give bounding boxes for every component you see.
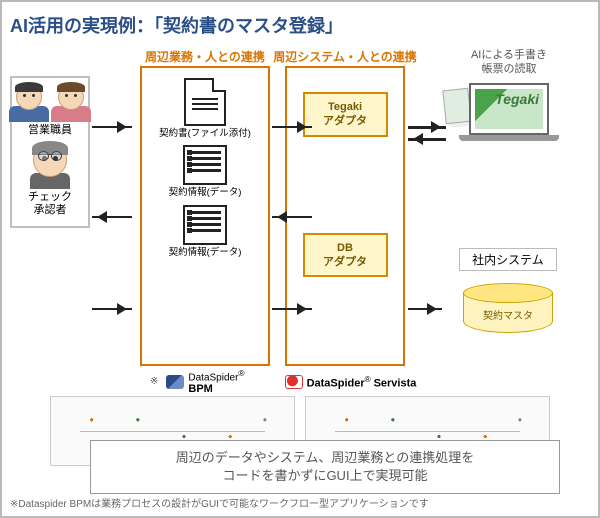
database-label: 契約マスタ <box>463 307 553 322</box>
ai-ocr-label: AIによる手書き 帳票の読取 <box>434 48 584 77</box>
column-business-title: 周辺業務・人との連携 <box>145 48 265 65</box>
papers-icon <box>442 87 471 124</box>
arrow-icon <box>408 138 446 141</box>
arrow-icon <box>92 308 132 310</box>
arrow-icon <box>272 126 312 128</box>
brand-sv-name: Servista <box>374 377 417 389</box>
brand-bpm-name: BPM <box>188 383 212 395</box>
tegaki-adapter: Tegaki アダプタ <box>303 92 388 137</box>
brand-bpm-pre: DataSpider <box>188 372 238 383</box>
caption-box: 周辺のデータやシステム、周辺業務との連携処理を コードを書かずにGUI上で実現可… <box>90 440 560 494</box>
column-business: 周辺業務・人との連携 契約書(ファイル添付) 契約情報(データ) 契約情報(デー… <box>140 66 270 366</box>
database-icon: 契約マスタ <box>463 283 553 337</box>
arrow-icon <box>272 308 312 310</box>
actor-sales: 営業職員 <box>14 84 86 137</box>
note-mark: ※ <box>150 376 158 387</box>
diagram-frame: AI活用の実現例：「契約書のマスタ登録」 営業職員 チェック 承認者 <box>0 0 600 518</box>
internal-system: 社内システム 契約マスタ <box>438 248 578 343</box>
tegaki-logo: Tegaki <box>495 91 539 107</box>
actor-checker: チェック 承認者 <box>14 143 86 217</box>
page-title: AI活用の実現例：「契約書のマスタ登録」 <box>10 12 590 38</box>
brand-sv-pre: DataSpider <box>307 377 365 389</box>
brand-servista: DataSpider® Servista <box>285 374 417 389</box>
arrow-icon <box>272 216 312 218</box>
doc2-label: 契約情報(データ) <box>148 187 262 198</box>
footnote: ※Dataspider BPMは業務プロセスの設計がGUIで可能なワークフロー型… <box>10 495 429 510</box>
actors-box: 営業職員 チェック 承認者 <box>10 76 90 228</box>
brand-row: ※ DataSpider®BPM DataSpider® Servista <box>150 368 416 395</box>
doc-contract: 契約書(ファイル添付) <box>148 78 262 139</box>
actor-checker-label: チェック 承認者 <box>14 191 86 217</box>
doc3-label: 契約情報(データ) <box>148 247 262 258</box>
diagram-content: 営業職員 チェック 承認者 周辺業務・人との連携 契約書(ファイル添付) 契約情… <box>10 48 590 498</box>
list-icon <box>183 205 227 245</box>
arrow-icon <box>92 126 132 128</box>
laptop-icon: Tegaki <box>454 83 564 153</box>
list-icon <box>183 145 227 185</box>
ai-ocr-box: AIによる手書き 帳票の読取 Tegaki <box>434 48 584 159</box>
document-icon <box>184 78 226 126</box>
brand-bpm: ※ DataSpider®BPM <box>150 368 245 395</box>
servista-logo-icon <box>285 375 303 389</box>
arrow-icon <box>408 308 442 310</box>
doc1-label: 契約書(ファイル添付) <box>148 128 262 139</box>
arrow-icon <box>408 126 446 129</box>
actor-sales-label: 営業職員 <box>14 124 86 137</box>
doc-data-1: 契約情報(データ) <box>148 145 262 198</box>
column-system-title: 周辺システム・人との連携 <box>273 48 417 65</box>
internal-system-title: 社内システム <box>459 248 557 271</box>
doc-data-2: 契約情報(データ) <box>148 205 262 258</box>
bpm-logo-icon <box>166 375 184 389</box>
arrow-icon <box>92 216 132 218</box>
db-adapter: DB アダプタ <box>303 233 388 278</box>
